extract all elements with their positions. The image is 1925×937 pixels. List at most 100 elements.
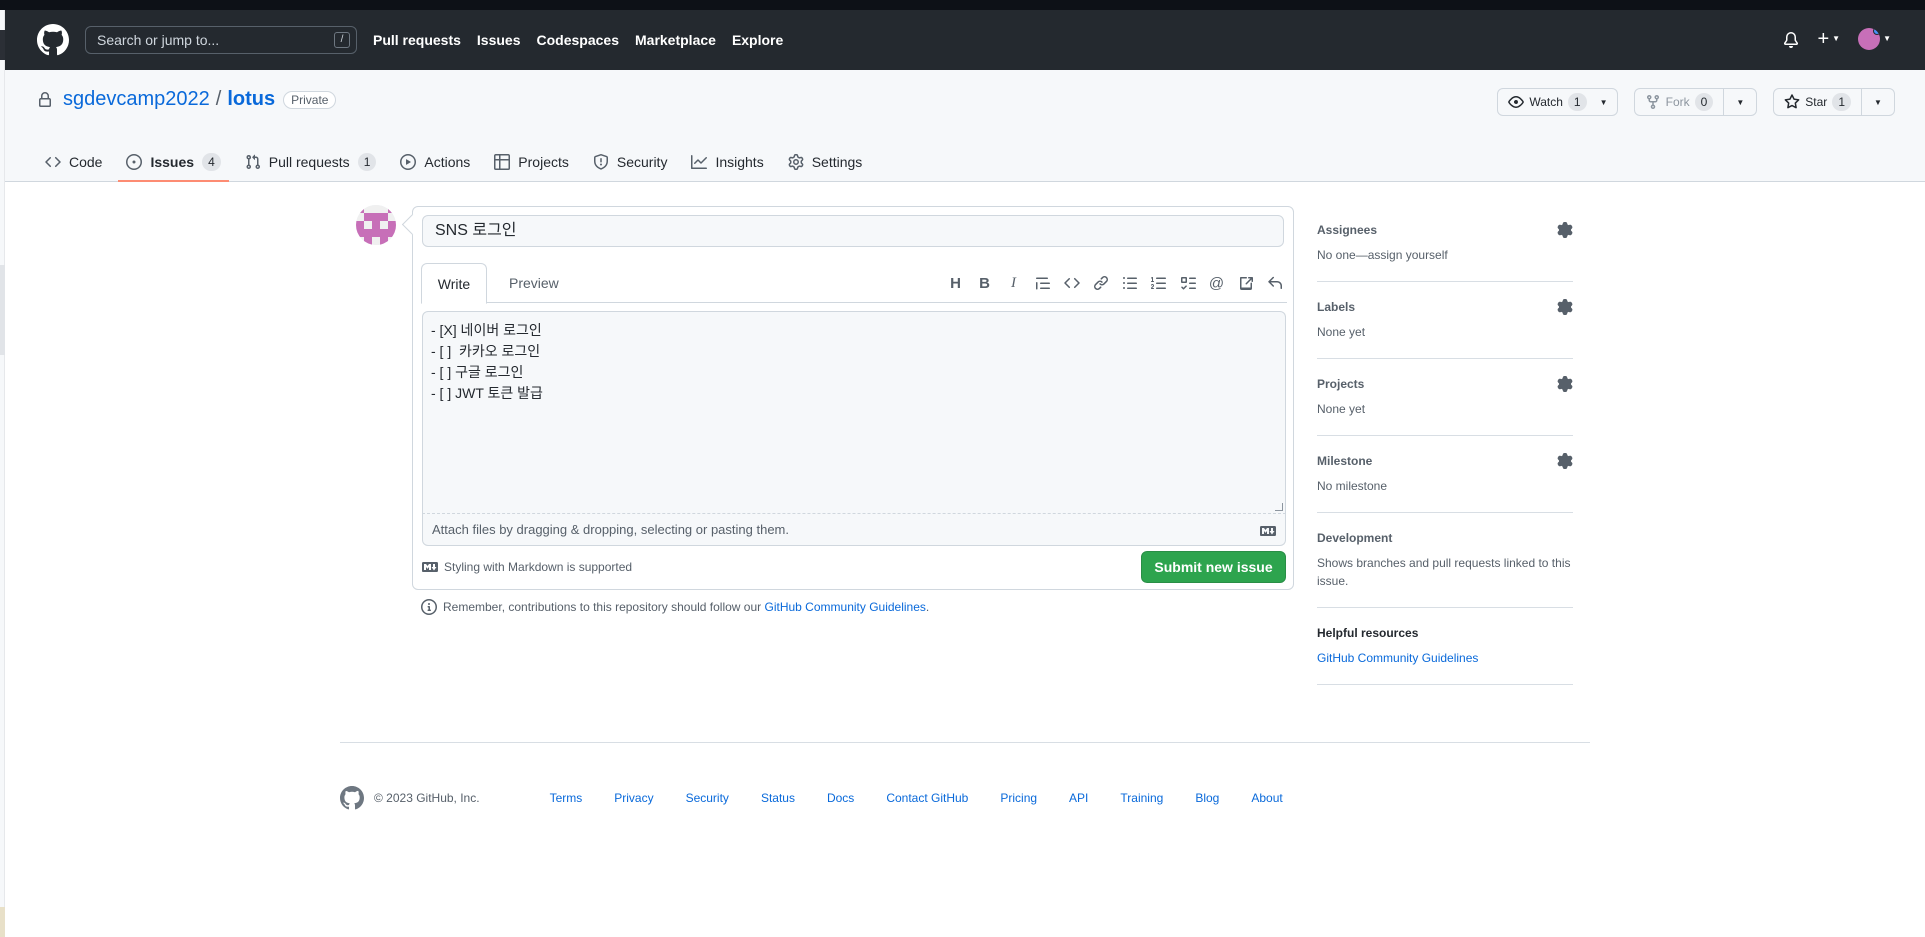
- bold-icon[interactable]: B: [976, 273, 993, 293]
- nav-issues[interactable]: Issues: [477, 30, 521, 50]
- graph-icon: [691, 155, 708, 169]
- new-issue-form: SNS 로그인 Write Preview H B I @ - [X] 네이버 …: [412, 206, 1294, 590]
- footer-link-training[interactable]: Training: [1120, 791, 1163, 805]
- chevron-down-icon: ▼: [1832, 34, 1841, 43]
- tab-insights[interactable]: Insights: [683, 142, 771, 182]
- issue-sidebar: Assignees No one—assign yourself Labels …: [1317, 205, 1573, 685]
- tab-security[interactable]: Security: [585, 142, 676, 182]
- star-main[interactable]: Star 1: [1774, 89, 1862, 115]
- task-list-icon[interactable]: [1179, 273, 1196, 293]
- form-footer: Styling with Markdown is supported Submi…: [422, 551, 1286, 583]
- notification-dot: [1873, 28, 1881, 35]
- submit-new-issue-button[interactable]: Submit new issue: [1141, 551, 1286, 583]
- tab-issues[interactable]: Issues 4: [118, 142, 230, 182]
- edge-mark: [0, 907, 5, 937]
- chevron-down-icon[interactable]: ▼: [1724, 89, 1756, 115]
- community-guidelines-link[interactable]: GitHub Community Guidelines: [765, 600, 926, 614]
- mention-icon[interactable]: @: [1208, 273, 1225, 293]
- fork-main[interactable]: Fork 0: [1635, 89, 1725, 115]
- watch-label: Watch: [1529, 95, 1563, 109]
- repo-owner-link[interactable]: sgdevcamp2022: [63, 88, 210, 111]
- star-button[interactable]: Star 1 ▼: [1773, 88, 1895, 116]
- reply-icon[interactable]: [1266, 273, 1283, 293]
- sidebar-development: Development Shows branches and pull requ…: [1317, 513, 1573, 608]
- avatar[interactable]: [356, 205, 396, 245]
- bell-icon[interactable]: [1783, 30, 1799, 48]
- sidebar-assignees: Assignees No one—assign yourself: [1317, 205, 1573, 282]
- cross-reference-icon[interactable]: [1237, 273, 1254, 293]
- tab-settings[interactable]: Settings: [780, 142, 871, 182]
- editor-tabs: Write Preview H B I @: [421, 263, 1287, 304]
- github-logo-icon[interactable]: [340, 786, 364, 810]
- gear-icon[interactable]: [1557, 453, 1573, 469]
- guidelines-note: Remember, contributions to this reposito…: [421, 599, 929, 615]
- unordered-list-icon[interactable]: [1121, 273, 1138, 293]
- nav-codespaces[interactable]: Codespaces: [537, 30, 619, 50]
- fork-button[interactable]: Fork 0 ▼: [1633, 88, 1758, 116]
- footer-link-security[interactable]: Security: [686, 791, 729, 805]
- nav-marketplace[interactable]: Marketplace: [635, 30, 716, 50]
- window-top-strip: [0, 0, 1925, 10]
- footer-row: © 2023 GitHub, Inc. Terms Privacy Securi…: [340, 786, 1590, 810]
- footer-link-blog[interactable]: Blog: [1195, 791, 1219, 805]
- assign-yourself-link[interactable]: No one—assign yourself: [1317, 246, 1573, 264]
- search-shortcut-key: /: [334, 32, 350, 48]
- nav-pull-requests[interactable]: Pull requests: [373, 30, 461, 50]
- footer-link-contact[interactable]: Contact GitHub: [886, 791, 968, 805]
- link-icon[interactable]: [1092, 273, 1109, 293]
- code-icon: [45, 156, 61, 168]
- markdown-note[interactable]: Styling with Markdown is supported: [422, 559, 632, 575]
- tab-label: Insights: [715, 154, 764, 170]
- tab-code[interactable]: Code: [37, 142, 110, 182]
- tab-pull-requests[interactable]: Pull requests 1: [237, 142, 385, 182]
- resize-handle-icon[interactable]: [1275, 503, 1283, 511]
- sidebar-value: Shows branches and pull requests linked …: [1317, 556, 1571, 588]
- heading-icon[interactable]: H: [947, 273, 964, 293]
- sidebar-helpful-resources: Helpful resources GitHub Community Guide…: [1317, 608, 1573, 685]
- gear-icon[interactable]: [1557, 299, 1573, 315]
- tab-label: Pull requests: [268, 154, 350, 170]
- footer-link-pricing[interactable]: Pricing: [1000, 791, 1037, 805]
- chevron-down-icon[interactable]: ▼: [1591, 89, 1617, 115]
- body-line: - [ ] 구글 로그인: [431, 364, 524, 380]
- gear-icon[interactable]: [1557, 376, 1573, 392]
- sidebar-heading[interactable]: Labels: [1317, 299, 1573, 315]
- issue-title-input[interactable]: SNS 로그인: [422, 215, 1284, 247]
- issue-body-textarea[interactable]: - [X] 네이버 로그인 - [ ] 카카오 로그인 - [ ] 구글 로그인…: [422, 311, 1286, 514]
- sidebar-heading[interactable]: Assignees: [1317, 222, 1573, 238]
- info-icon: [421, 599, 437, 615]
- sidebar-heading[interactable]: Milestone: [1317, 453, 1573, 469]
- repo-name-link[interactable]: lotus: [227, 88, 275, 111]
- user-menu[interactable]: ▼: [1858, 28, 1891, 50]
- gear-icon[interactable]: [1557, 222, 1573, 238]
- ordered-list-icon[interactable]: [1150, 273, 1167, 293]
- footer-link-docs[interactable]: Docs: [827, 791, 854, 805]
- footer-link-privacy[interactable]: Privacy: [614, 791, 653, 805]
- italic-icon[interactable]: I: [1005, 273, 1022, 293]
- file-attach-bar[interactable]: Attach files by dragging & dropping, sel…: [422, 514, 1286, 546]
- sidebar-heading[interactable]: Projects: [1317, 376, 1573, 392]
- search-input[interactable]: Search or jump to... /: [85, 26, 357, 54]
- tab-write[interactable]: Write: [421, 263, 487, 304]
- footer-link-terms[interactable]: Terms: [550, 791, 583, 805]
- watch-main[interactable]: Watch 1: [1498, 89, 1590, 115]
- create-new-dropdown[interactable]: + ▼: [1817, 29, 1840, 49]
- github-logo-icon[interactable]: [37, 24, 69, 56]
- chevron-down-icon[interactable]: ▼: [1862, 89, 1894, 115]
- sidebar-milestone: Milestone No milestone: [1317, 436, 1573, 513]
- tab-preview[interactable]: Preview: [501, 263, 567, 303]
- tab-actions[interactable]: Actions: [392, 142, 478, 182]
- footer-link-status[interactable]: Status: [761, 791, 795, 805]
- footer-link-about[interactable]: About: [1251, 791, 1282, 805]
- fork-icon: [1646, 95, 1659, 110]
- star-label: Star: [1805, 95, 1828, 109]
- watch-button[interactable]: Watch 1 ▼: [1497, 88, 1618, 116]
- lock-icon: [37, 88, 53, 111]
- quote-icon[interactable]: [1034, 273, 1051, 293]
- tab-projects[interactable]: Projects: [486, 142, 577, 182]
- nav-explore[interactable]: Explore: [732, 30, 783, 50]
- community-guidelines-link[interactable]: GitHub Community Guidelines: [1317, 649, 1573, 667]
- footer-link-api[interactable]: API: [1069, 791, 1088, 805]
- code-icon[interactable]: [1063, 273, 1080, 293]
- plus-icon: +: [1817, 28, 1830, 50]
